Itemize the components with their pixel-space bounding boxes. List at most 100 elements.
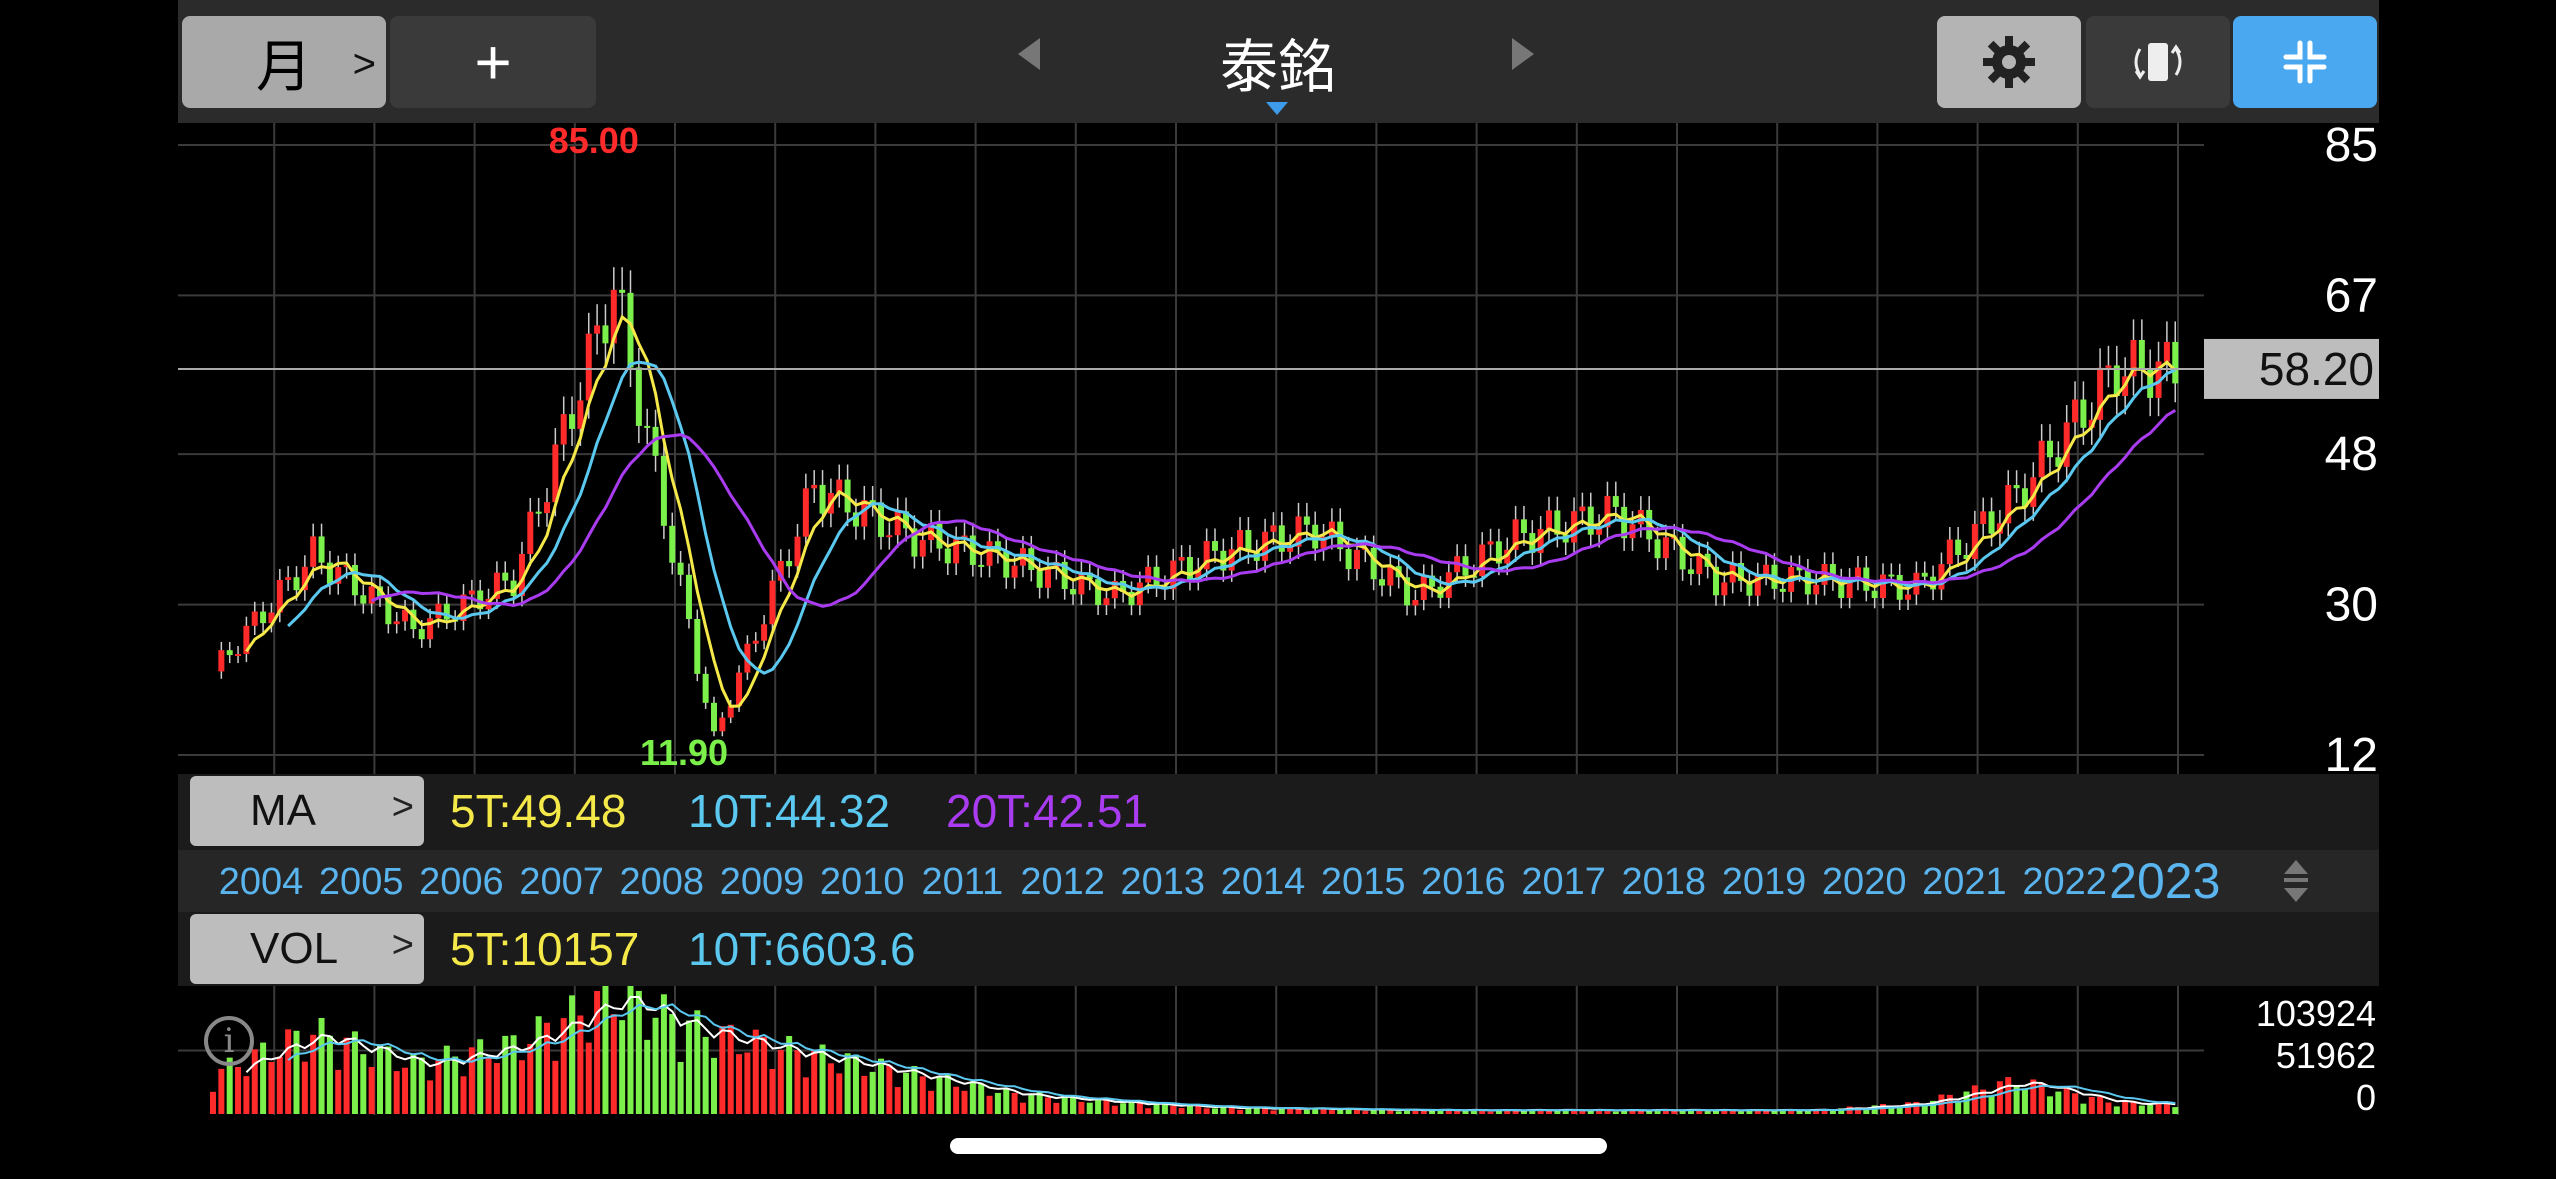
volume-bar [694, 1010, 701, 1114]
candle-body [527, 511, 534, 554]
volume-bar [427, 1080, 434, 1114]
candle-body [2038, 440, 2045, 478]
candle-body [819, 484, 826, 514]
volume-bar [1771, 1111, 1778, 1114]
vol-button[interactable]: VOL > [190, 914, 424, 984]
year-label: 2012 [1020, 861, 1105, 903]
vol-tick-label: 51962 [2276, 1035, 2376, 1076]
candle-body [1178, 557, 1185, 561]
ma-button[interactable]: MA > [190, 776, 424, 846]
candle-body [1612, 496, 1619, 507]
volume-bar [1579, 1111, 1586, 1114]
candle-body [677, 562, 684, 575]
rotate-button[interactable] [2086, 16, 2230, 108]
chevron-right-icon: > [391, 786, 414, 828]
candle-body [544, 502, 550, 514]
add-button[interactable]: + [390, 16, 596, 108]
year-label: 2015 [1321, 861, 1406, 903]
candle-body [1721, 582, 1728, 596]
triangle-right-icon[interactable] [1512, 38, 1534, 70]
candle-body [569, 414, 576, 429]
volume-bar [2088, 1096, 2095, 1114]
candle-body [285, 577, 292, 580]
candle-body [644, 425, 651, 428]
candle-body [418, 629, 425, 640]
candle-body [1011, 565, 1018, 578]
candle-body [594, 325, 601, 334]
candle-body [1303, 516, 1310, 525]
volume-bar [260, 1042, 267, 1114]
up-down-icon[interactable] [2276, 856, 2316, 906]
year-label: 2007 [519, 861, 604, 903]
candle-body [811, 484, 818, 489]
volume-bar [393, 1071, 400, 1114]
rotate-icon [2134, 43, 2182, 81]
volume-bar [1028, 1095, 1035, 1114]
candle-body [1095, 579, 1102, 606]
candle-body [2047, 440, 2053, 458]
candle-body [1763, 564, 1770, 574]
triangle-left-icon[interactable] [1018, 38, 1040, 70]
volume-bar [535, 1016, 542, 1114]
volume-bar [1362, 1111, 1369, 1114]
candle-body [1579, 506, 1586, 512]
volume-bar [978, 1083, 985, 1114]
volume-bar [1095, 1098, 1102, 1114]
candle-body [1587, 506, 1594, 535]
period-button[interactable]: 月 > [182, 16, 386, 108]
candle-body [919, 540, 926, 557]
candle-body [1687, 569, 1694, 575]
settings-button[interactable] [1937, 16, 2081, 108]
candle-body [794, 536, 801, 567]
fullscreen-button[interactable] [2233, 16, 2377, 108]
volume-bar [994, 1092, 1001, 1114]
volume-bar [301, 1061, 308, 1114]
candle-body [235, 654, 242, 657]
volume-bar [410, 1053, 417, 1114]
year-label: 2008 [620, 861, 705, 903]
volume-bar [802, 1077, 809, 1114]
year-label: 2019 [1722, 861, 1807, 903]
candle-body [1028, 548, 1035, 571]
volume-bar [402, 1067, 409, 1114]
low-price-label: 11.90 [640, 732, 728, 773]
volume-bar [2038, 1083, 2045, 1114]
volume-bar [677, 1061, 684, 1114]
candle-body [1779, 588, 1786, 592]
volume-bar [1454, 1111, 1461, 1114]
candle-body [1479, 544, 1486, 577]
y-tick-label: 12 [2325, 729, 2378, 774]
volume-bar [1395, 1111, 1402, 1114]
vol-ma10-legend: 10T:6603.6 [688, 923, 916, 975]
candle-body [786, 560, 793, 567]
volume-bar [2005, 1077, 2012, 1114]
chevron-right-icon: > [352, 42, 376, 86]
volume-bar [1070, 1096, 1077, 1114]
volume-bar [218, 1068, 225, 1114]
candle-body [894, 511, 901, 536]
volume-bar [619, 1020, 626, 1114]
ma20-legend: 20T:42.51 [946, 785, 1149, 837]
volume-chart[interactable]: 103924519620 [178, 986, 2379, 1115]
stock-name[interactable]: 泰銘 [1120, 20, 1436, 104]
candle-body [1145, 566, 1152, 583]
volume-bar [794, 1050, 801, 1114]
volume-bar [1303, 1109, 1310, 1114]
year-label: 2013 [1121, 861, 1206, 903]
volume-bar [210, 1091, 216, 1114]
home-indicator[interactable] [950, 1138, 1607, 1154]
volume-bar [1153, 1103, 1160, 1114]
volume-bar [2030, 1079, 2037, 1114]
volume-bar [1003, 1088, 1010, 1114]
year-label: 2011 [922, 861, 1004, 903]
candle-body [226, 650, 233, 656]
volume-bar [1045, 1097, 1051, 1114]
volume-bar [944, 1074, 951, 1114]
volume-bar [1061, 1096, 1068, 1114]
candle-body [1270, 525, 1277, 532]
price-chart[interactable]: 85 67 48 30 12 85.00 11.90 58.20 [178, 123, 2379, 774]
volume-bar [1170, 1105, 1177, 1114]
year-label: 2020 [1822, 861, 1907, 903]
info-icon[interactable]: i [204, 1016, 254, 1066]
y-tick-label: 30 [2325, 579, 2378, 632]
